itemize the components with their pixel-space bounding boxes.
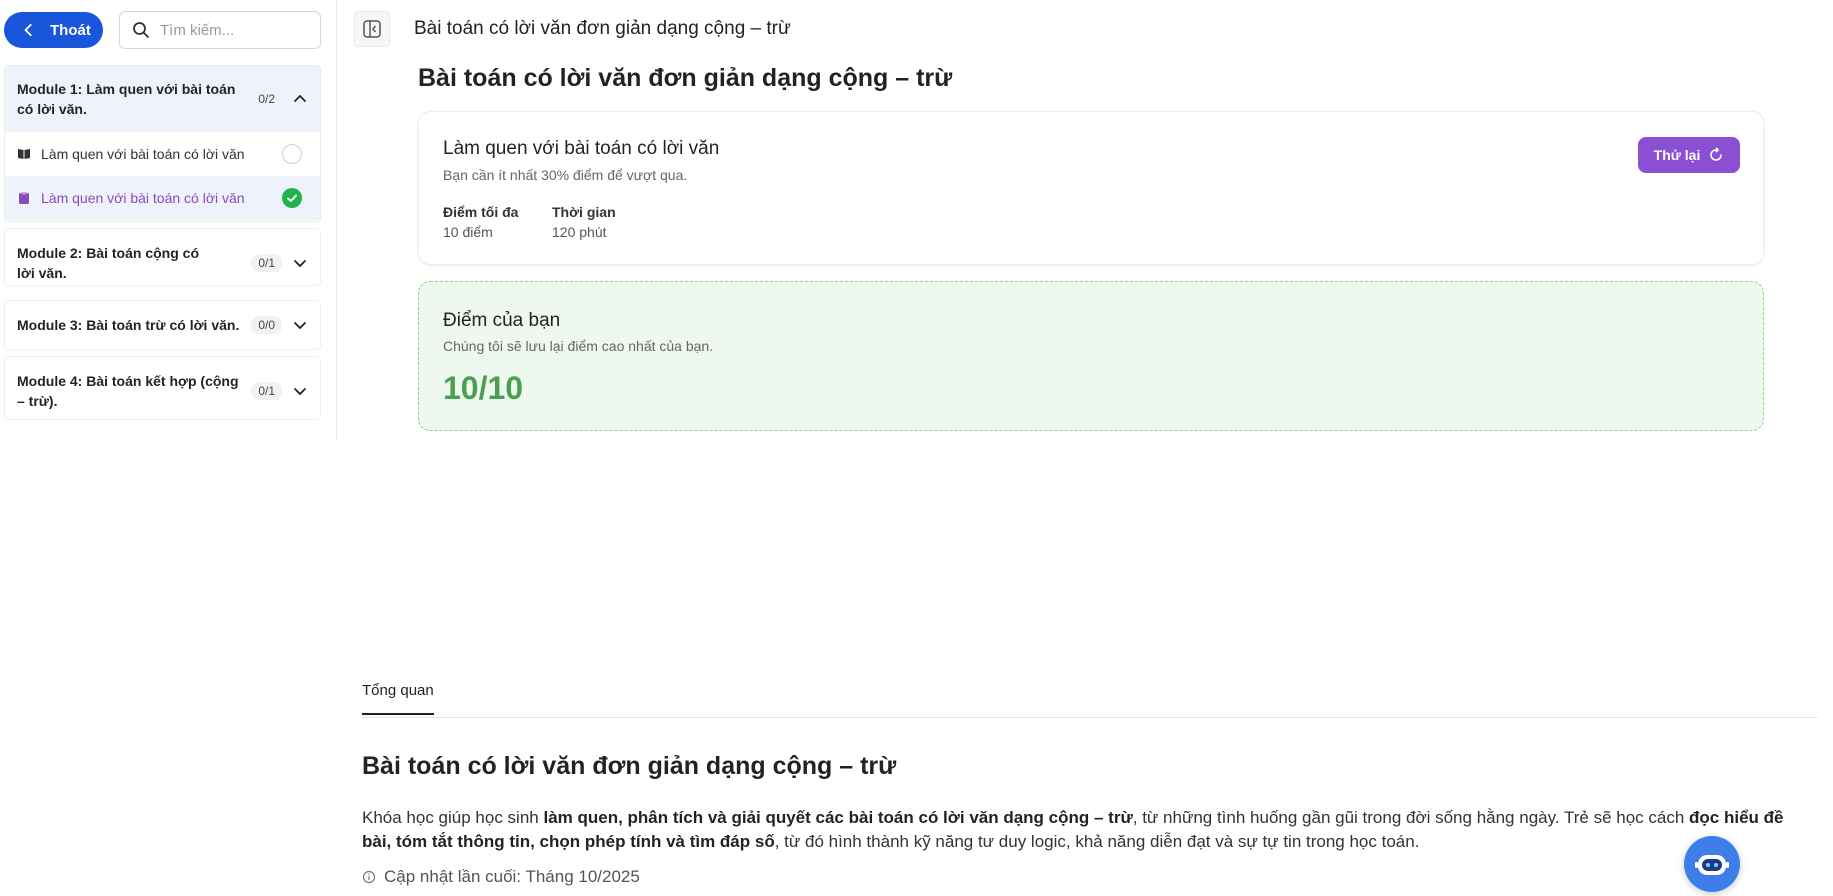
- desc-text: , từ những tình huống gần gũi trong đời …: [1132, 808, 1690, 827]
- module-2[interactable]: Module 2: Bài toán cộng có lời văn. 0/1: [4, 228, 321, 286]
- module-3-header[interactable]: Module 3: Bài toán trừ có lời văn. 0/0: [5, 301, 320, 349]
- overview-description: Khóa học giúp học sinh làm quen, phân tí…: [362, 806, 1812, 854]
- lesson-item-active[interactable]: Làm quen với bài toán có lời văn: [5, 176, 320, 220]
- module-progress-count: 0/1: [251, 382, 282, 400]
- max-score-label: Điểm tối đa: [443, 204, 519, 220]
- chevron-down-icon[interactable]: [292, 317, 308, 333]
- check-circle-icon: [282, 188, 302, 208]
- quiz-card: Làm quen với bài toán có lời văn Bạn cần…: [418, 111, 1764, 265]
- robot-icon: [1695, 855, 1729, 875]
- desc-text: , từ đó hình thành kỹ năng tư duy logic,…: [774, 832, 1420, 851]
- chatbot-button[interactable]: [1684, 836, 1740, 892]
- score-title: Điểm của bạn: [443, 310, 561, 331]
- chevron-down-icon[interactable]: [292, 255, 308, 271]
- module-progress-count: 0/1: [251, 254, 282, 272]
- module-title: Module 2: Bài toán cộng có lời văn.: [17, 245, 200, 281]
- module-progress-count: 0/2: [258, 92, 275, 106]
- sidebar: Thoát Module 1: Làm quen với bài toán có…: [0, 0, 337, 440]
- max-score-block: Điểm tối đa 10 điểm: [443, 202, 518, 242]
- desc-text: Khóa học giúp học sinh: [362, 808, 544, 827]
- last-updated-text: Cập nhật lần cuối: Tháng 10/2025: [384, 867, 640, 886]
- score-note: Chúng tôi sẽ lưu lại điểm cao nhất của b…: [443, 338, 714, 354]
- pass-requirement: Bạn cần ít nhất 30% điểm để vượt qua.: [443, 167, 688, 183]
- score-card: Điểm của bạn Chúng tôi sẽ lưu lại điểm c…: [418, 281, 1764, 431]
- quiz-title: Làm quen với bài toán có lời văn: [443, 138, 720, 159]
- retry-button[interactable]: Thử lại: [1638, 137, 1740, 173]
- info-icon: [362, 870, 376, 884]
- module-title: Module 3: Bài toán trừ có lời văn.: [17, 317, 240, 333]
- time-label: Thời gian: [552, 204, 616, 220]
- incomplete-status-icon: [282, 144, 302, 164]
- chevron-up-icon[interactable]: [292, 91, 308, 107]
- module-4-header[interactable]: Module 4: Bài toán kết hợp (cộng – trừ).…: [5, 357, 320, 425]
- tabs: Tổng quan: [362, 670, 1818, 718]
- exit-button[interactable]: Thoát: [4, 12, 103, 48]
- search-box[interactable]: [119, 11, 321, 49]
- module-3[interactable]: Module 3: Bài toán trừ có lời văn. 0/0: [4, 300, 321, 350]
- page-title: Bài toán có lời văn đơn giản dạng cộng –…: [418, 64, 953, 92]
- module-title: Module 1: Làm quen với bài toán có lời v…: [17, 81, 236, 117]
- chevron-down-icon[interactable]: [292, 383, 308, 399]
- overview-title: Bài toán có lời văn đơn giản dạng cộng –…: [362, 752, 897, 780]
- score-value: 10/10: [443, 370, 524, 406]
- book-icon: [18, 149, 30, 159]
- refresh-icon: [1710, 147, 1723, 161]
- tab-overview[interactable]: Tổng quan: [362, 682, 434, 715]
- chevron-left-icon: [24, 23, 32, 37]
- last-updated: Cập nhật lần cuối: Tháng 10/2025: [362, 867, 640, 887]
- time-block: Thời gian 120 phút: [552, 202, 616, 242]
- module-title: Module 4: Bài toán kết hợp (cộng – trừ).: [17, 373, 239, 409]
- lesson-label: Làm quen với bài toán có lời văn: [41, 146, 245, 162]
- module-1-header[interactable]: Module 1: Làm quen với bài toán có lời v…: [5, 66, 320, 132]
- module-1: Module 1: Làm quen với bài toán có lời v…: [4, 65, 321, 222]
- desc-bold: làm quen, phân tích và giải quyết các bà…: [543, 808, 1133, 827]
- clipboard-icon: [19, 192, 29, 204]
- toggle-sidebar-button[interactable]: [354, 11, 390, 47]
- lesson-label: Làm quen với bài toán có lời văn: [41, 190, 245, 206]
- sidebar-toggle-icon: [363, 20, 381, 38]
- max-score-value: 10 điểm: [443, 224, 493, 240]
- header-title: Bài toán có lời văn đơn giản dạng cộng –…: [414, 18, 791, 39]
- lesson-item[interactable]: Làm quen với bài toán có lời văn: [5, 132, 320, 176]
- module-4[interactable]: Module 4: Bài toán kết hợp (cộng – trừ).…: [4, 356, 321, 420]
- module-progress-count: 0/0: [251, 316, 282, 334]
- retry-button-label: Thử lại: [1653, 147, 1701, 163]
- exit-button-label: Thoát: [50, 21, 91, 39]
- time-value: 120 phút: [552, 224, 607, 240]
- search-input[interactable]: [160, 21, 310, 39]
- module-2-header[interactable]: Module 2: Bài toán cộng có lời văn. 0/1: [5, 229, 320, 297]
- search-icon: [133, 22, 149, 38]
